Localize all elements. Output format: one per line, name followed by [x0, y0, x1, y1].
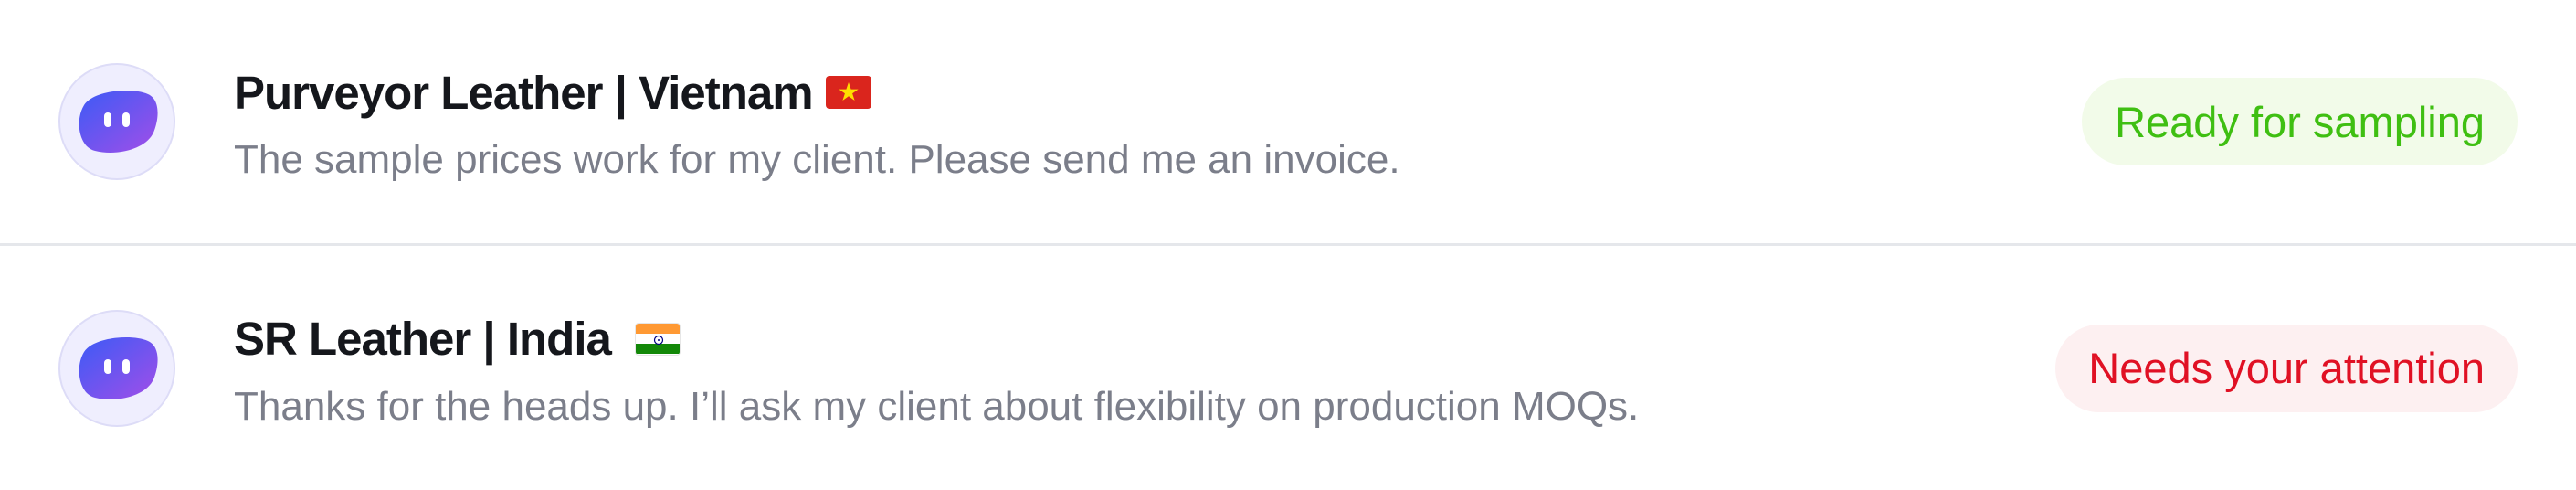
conversation-text: Purveyor Leather | Vietnam The sample pr… — [234, 60, 2082, 183]
bot-face-icon — [79, 91, 158, 153]
vietnam-flag-icon — [825, 76, 871, 109]
conversation-row-sr-leather[interactable]: SR Leather | India Thanks for the heads … — [0, 243, 2576, 490]
conversation-header: Purveyor Leather | Vietnam — [234, 60, 2082, 124]
status-badge: Needs your attention — [2055, 324, 2518, 412]
bot-face-icon — [79, 336, 158, 399]
conversation-row-purveyor-leather[interactable]: Purveyor Leather | Vietnam The sample pr… — [0, 0, 2576, 243]
last-message: Thanks for the heads up. I’ll ask my cli… — [234, 383, 1640, 429]
india-flag-icon — [634, 322, 681, 356]
status-badge: Ready for sampling — [2082, 78, 2518, 165]
supplier-name: SR Leather | India — [234, 313, 612, 365]
bot-avatar — [58, 309, 175, 427]
bot-avatar — [58, 63, 175, 180]
supplier-name: Purveyor Leather | Vietnam — [234, 66, 814, 119]
conversation-text: SR Leather | India Thanks for the heads … — [234, 307, 2055, 430]
conversation-header: SR Leather | India — [234, 307, 2055, 371]
last-message: The sample prices work for my client. Pl… — [234, 137, 1400, 182]
conversation-list: Purveyor Leather | Vietnam The sample pr… — [0, 0, 2576, 490]
